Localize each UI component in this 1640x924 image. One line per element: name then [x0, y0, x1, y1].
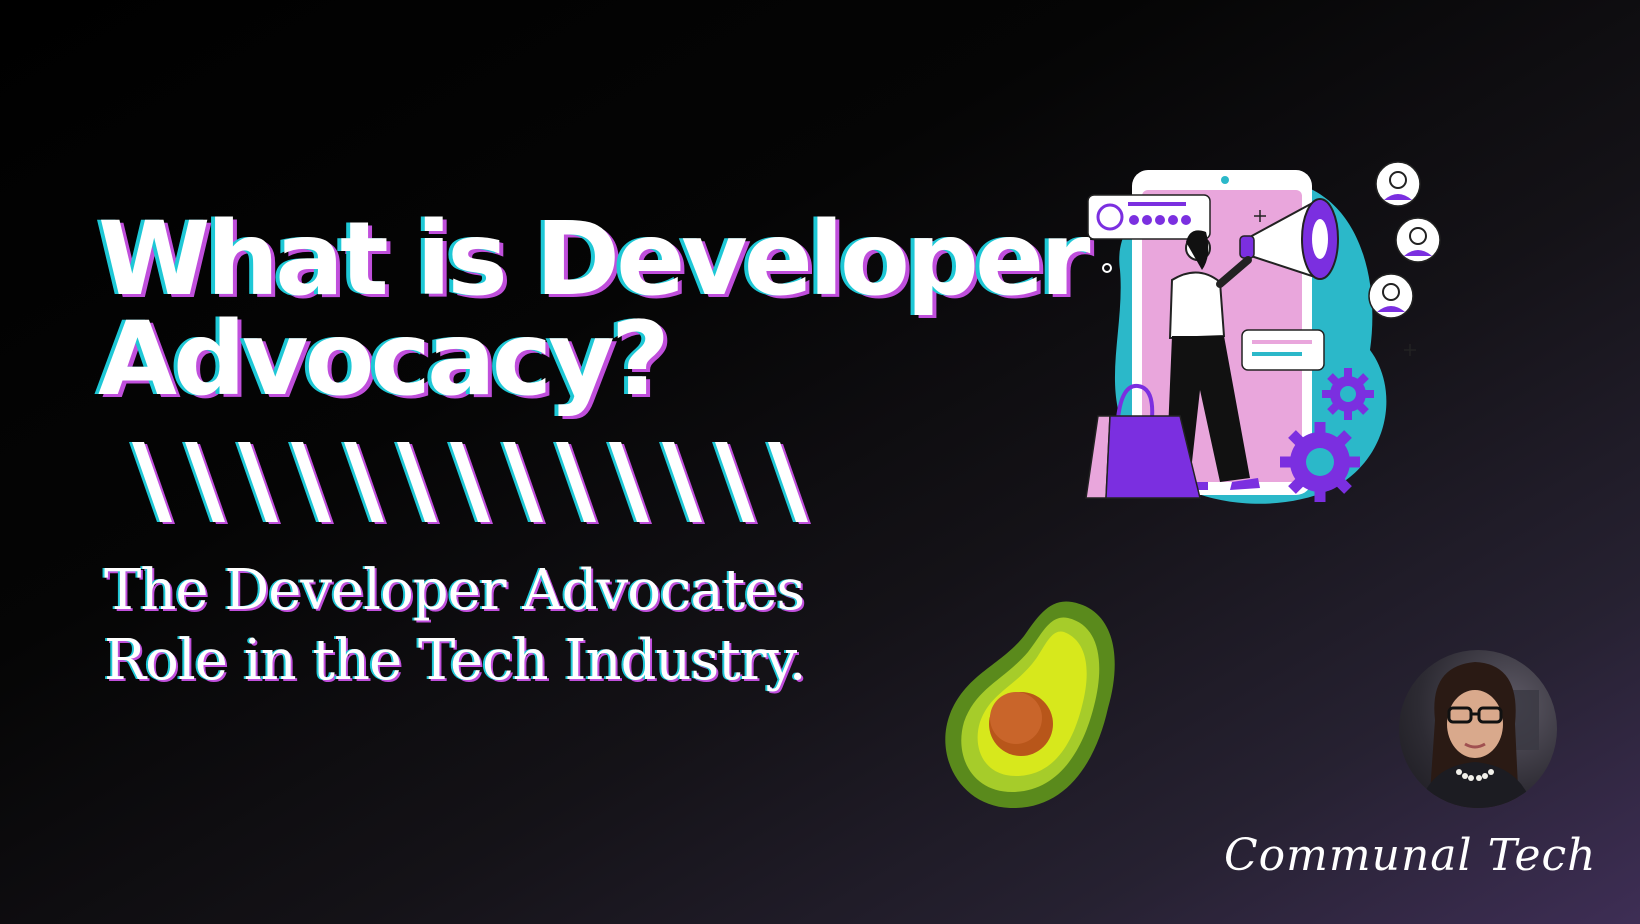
- subtitle-line-1: The Developer Advocates: [104, 558, 805, 623]
- subtitle: The Developer Advocates Role in the Tech…: [104, 556, 807, 696]
- megaphone-illustration-icon: [1085, 161, 1441, 504]
- slash-mark: [185, 442, 225, 522]
- subtitle-line-2: Role in the Tech Industry.: [104, 628, 807, 693]
- slash-mark: [291, 442, 331, 522]
- slash-divider: [129, 442, 811, 524]
- title-line-1: What is Developer: [98, 200, 1090, 319]
- slash-mark: [344, 442, 384, 522]
- slash-mark: [450, 442, 490, 522]
- page-title: What is Developer Advocacy?: [98, 200, 1090, 419]
- slash-mark: [397, 442, 437, 522]
- avatar-bubbles: [1368, 161, 1441, 319]
- slash-mark: [715, 442, 755, 522]
- slash-mark: [132, 442, 172, 522]
- avocado-icon: [945, 601, 1115, 809]
- slash-mark: [556, 442, 596, 522]
- slash-mark: [768, 442, 808, 522]
- slash-mark: [238, 442, 278, 522]
- user-icon: [1096, 203, 1124, 231]
- title-line-2: Advocacy?: [98, 300, 670, 419]
- slash-mark: [609, 442, 649, 522]
- phone-camera: [1221, 176, 1229, 184]
- brand-name: Communal Tech: [1224, 830, 1597, 881]
- author-avatar: [1399, 650, 1557, 808]
- rating-bar: [1128, 202, 1186, 206]
- slash-mark: [662, 442, 702, 522]
- banner: What is Developer Advocacy? The Develope…: [0, 0, 1640, 924]
- slash-mark: [503, 442, 543, 522]
- message-card: [1241, 329, 1325, 371]
